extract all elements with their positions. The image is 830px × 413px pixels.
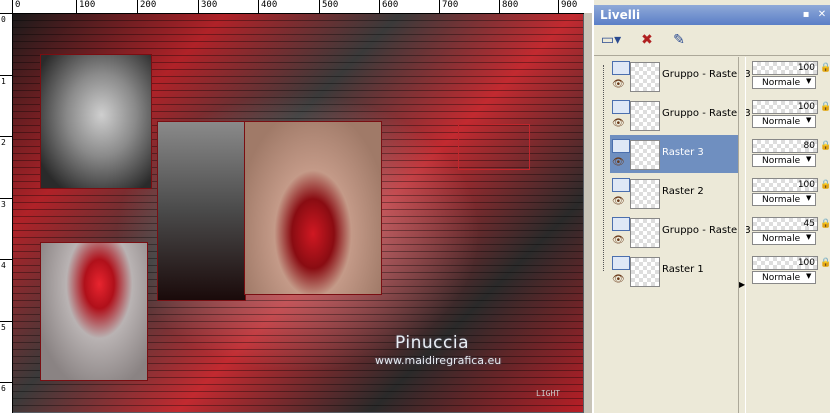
lips-panel xyxy=(244,121,382,295)
vertical-scrollbar[interactable] xyxy=(584,13,592,413)
layer-list: 👁 Gruppo - Raster 3 👁 Gruppo - Raster 3 … xyxy=(594,57,751,413)
layer-visibility-icon[interactable] xyxy=(612,217,630,231)
chevron-down-icon[interactable]: ▼ xyxy=(806,233,811,241)
layer-visibility-icon[interactable] xyxy=(612,100,630,114)
layer-name: Raster 2 xyxy=(662,186,704,197)
chevron-down-icon[interactable]: ▼ xyxy=(806,77,811,85)
watermark-name: Pinuccia xyxy=(395,333,469,353)
ruler-tick: 900 xyxy=(558,0,577,13)
new-layer-icon[interactable]: ▭▾ xyxy=(600,29,622,51)
decor-frame xyxy=(458,124,530,170)
layer-props: 45 Normale ▼ 🔒 xyxy=(750,213,830,251)
chevron-down-icon[interactable]: ▼ xyxy=(806,194,811,202)
opacity-slider[interactable]: 100 xyxy=(752,256,818,270)
opacity-slider[interactable]: 100 xyxy=(752,61,818,75)
ruler-tick: 800 xyxy=(499,0,518,13)
layer-visibility-icon[interactable] xyxy=(612,139,630,153)
layer-name: Raster 1 xyxy=(662,264,704,275)
layer-visibility-icon[interactable] xyxy=(612,256,630,270)
chevron-down-icon[interactable]: ▼ xyxy=(806,272,811,280)
ruler-tick: 2 xyxy=(0,136,12,147)
layer-props: 100 Normale ▼ 🔒 xyxy=(750,252,830,290)
layer-props: 100 Normale ▼ 🔒 xyxy=(750,96,830,134)
close-icon[interactable]: ✕ xyxy=(816,9,828,21)
edit-icon[interactable]: ✎ xyxy=(668,29,690,51)
pin-icon[interactable]: ▪ xyxy=(800,9,812,21)
opacity-slider[interactable]: 100 xyxy=(752,100,818,114)
layer-props: 100 Normale ▼ 🔒 xyxy=(750,57,830,95)
ruler-tick: 1 xyxy=(0,75,12,86)
layer-row[interactable]: 👁 Gruppo - Raster 3 xyxy=(610,213,751,251)
chevron-down-icon[interactable]: ▼ xyxy=(806,116,811,124)
opacity-slider[interactable]: 100 xyxy=(752,178,818,192)
eye-icon[interactable]: 👁 xyxy=(612,196,625,207)
layer-props: 80 Normale ▼ 🔒 xyxy=(750,135,830,173)
ruler-tick: 0 xyxy=(0,13,12,24)
ruler-top: 0 100 200 300 400 500 600 700 800 900 xyxy=(12,0,592,14)
opacity-slider[interactable]: 80 xyxy=(752,139,818,153)
eye-icon[interactable]: 👁 xyxy=(612,274,625,285)
layer-properties: 100 Normale ▼ 🔒 100 Normale ▼ 🔒 80 Norma… xyxy=(746,57,830,413)
ruler-tick: 500 xyxy=(319,0,338,13)
splitter-arrow-icon[interactable]: ▶ xyxy=(739,280,745,289)
layer-row[interactable]: 👁 Raster 2 xyxy=(610,174,738,212)
eye-icon[interactable]: 👁 xyxy=(612,79,625,90)
eye-icon[interactable]: 👁 xyxy=(612,235,625,246)
ruler-tick: 6 xyxy=(0,382,12,393)
ruler-tick: 100 xyxy=(76,0,95,13)
lock-icon[interactable]: 🔒 xyxy=(820,63,830,73)
layer-row-selected[interactable]: 👁 Raster 3 xyxy=(610,135,738,173)
ruler-tick: 300 xyxy=(198,0,217,13)
face-panel xyxy=(40,54,152,189)
lock-icon[interactable]: 🔒 xyxy=(820,258,830,268)
ruler-tick: 0 xyxy=(12,0,20,13)
lock-icon[interactable]: 🔒 xyxy=(820,219,830,229)
palette-title: Livelli xyxy=(600,8,641,22)
artwork-image[interactable] xyxy=(13,14,583,412)
ruler-tick: 400 xyxy=(258,0,277,13)
layer-thumbnail xyxy=(630,101,660,131)
lock-icon[interactable]: 🔒 xyxy=(820,102,830,112)
ruler-tick: 200 xyxy=(137,0,156,13)
chevron-down-icon[interactable]: ▼ xyxy=(806,155,811,163)
layer-row[interactable]: 👁 Raster 1 xyxy=(610,252,738,290)
lips-hand-panel xyxy=(40,242,148,381)
ruler-tick: 4 xyxy=(0,259,12,270)
ruler-tick: 700 xyxy=(439,0,458,13)
layer-thumbnail xyxy=(630,140,660,170)
layer-visibility-icon[interactable] xyxy=(612,178,630,192)
ruler-left: 0 1 2 3 4 5 6 xyxy=(0,13,13,413)
delete-layer-icon[interactable]: ✖ xyxy=(636,29,658,51)
layers-palette: Livelli ▪ ✕ ▭▾ ✖ ✎ 👁 Gruppo - Raster 3 👁… xyxy=(592,0,830,413)
layer-row[interactable]: 👁 Gruppo - Raster 3 xyxy=(610,96,751,134)
layer-thumbnail xyxy=(630,257,660,287)
panel-splitter[interactable] xyxy=(738,57,746,413)
layer-row[interactable]: 👁 Gruppo - Raster 3 xyxy=(610,57,751,95)
opacity-slider[interactable]: 45 xyxy=(752,217,818,231)
tree-line xyxy=(603,65,604,271)
layer-props: 100 Normale ▼ 🔒 xyxy=(750,174,830,212)
palette-toolbar: ▭▾ ✖ ✎ xyxy=(594,25,830,56)
eye-icon[interactable]: 👁 xyxy=(612,157,625,168)
layer-name: Raster 3 xyxy=(662,147,704,158)
ruler-tick: 600 xyxy=(379,0,398,13)
lock-icon[interactable]: 🔒 xyxy=(820,141,830,151)
face-panel-striped xyxy=(157,121,246,301)
lock-icon[interactable]: 🔒 xyxy=(820,180,830,190)
signature: LIGHT xyxy=(536,389,561,398)
palette-titlebar[interactable]: Livelli ▪ ✕ xyxy=(594,5,830,25)
ruler-tick: 3 xyxy=(0,198,12,209)
watermark-url: www.maidiregrafica.eu xyxy=(375,354,502,367)
canvas-area[interactable]: 0 100 200 300 400 500 600 700 800 900 0 … xyxy=(0,0,592,413)
eye-icon[interactable]: 👁 xyxy=(612,118,625,129)
layer-visibility-icon[interactable] xyxy=(612,61,630,75)
layer-thumbnail xyxy=(630,218,660,248)
layer-thumbnail xyxy=(630,62,660,92)
layer-thumbnail xyxy=(630,179,660,209)
ruler-tick: 5 xyxy=(0,321,12,332)
